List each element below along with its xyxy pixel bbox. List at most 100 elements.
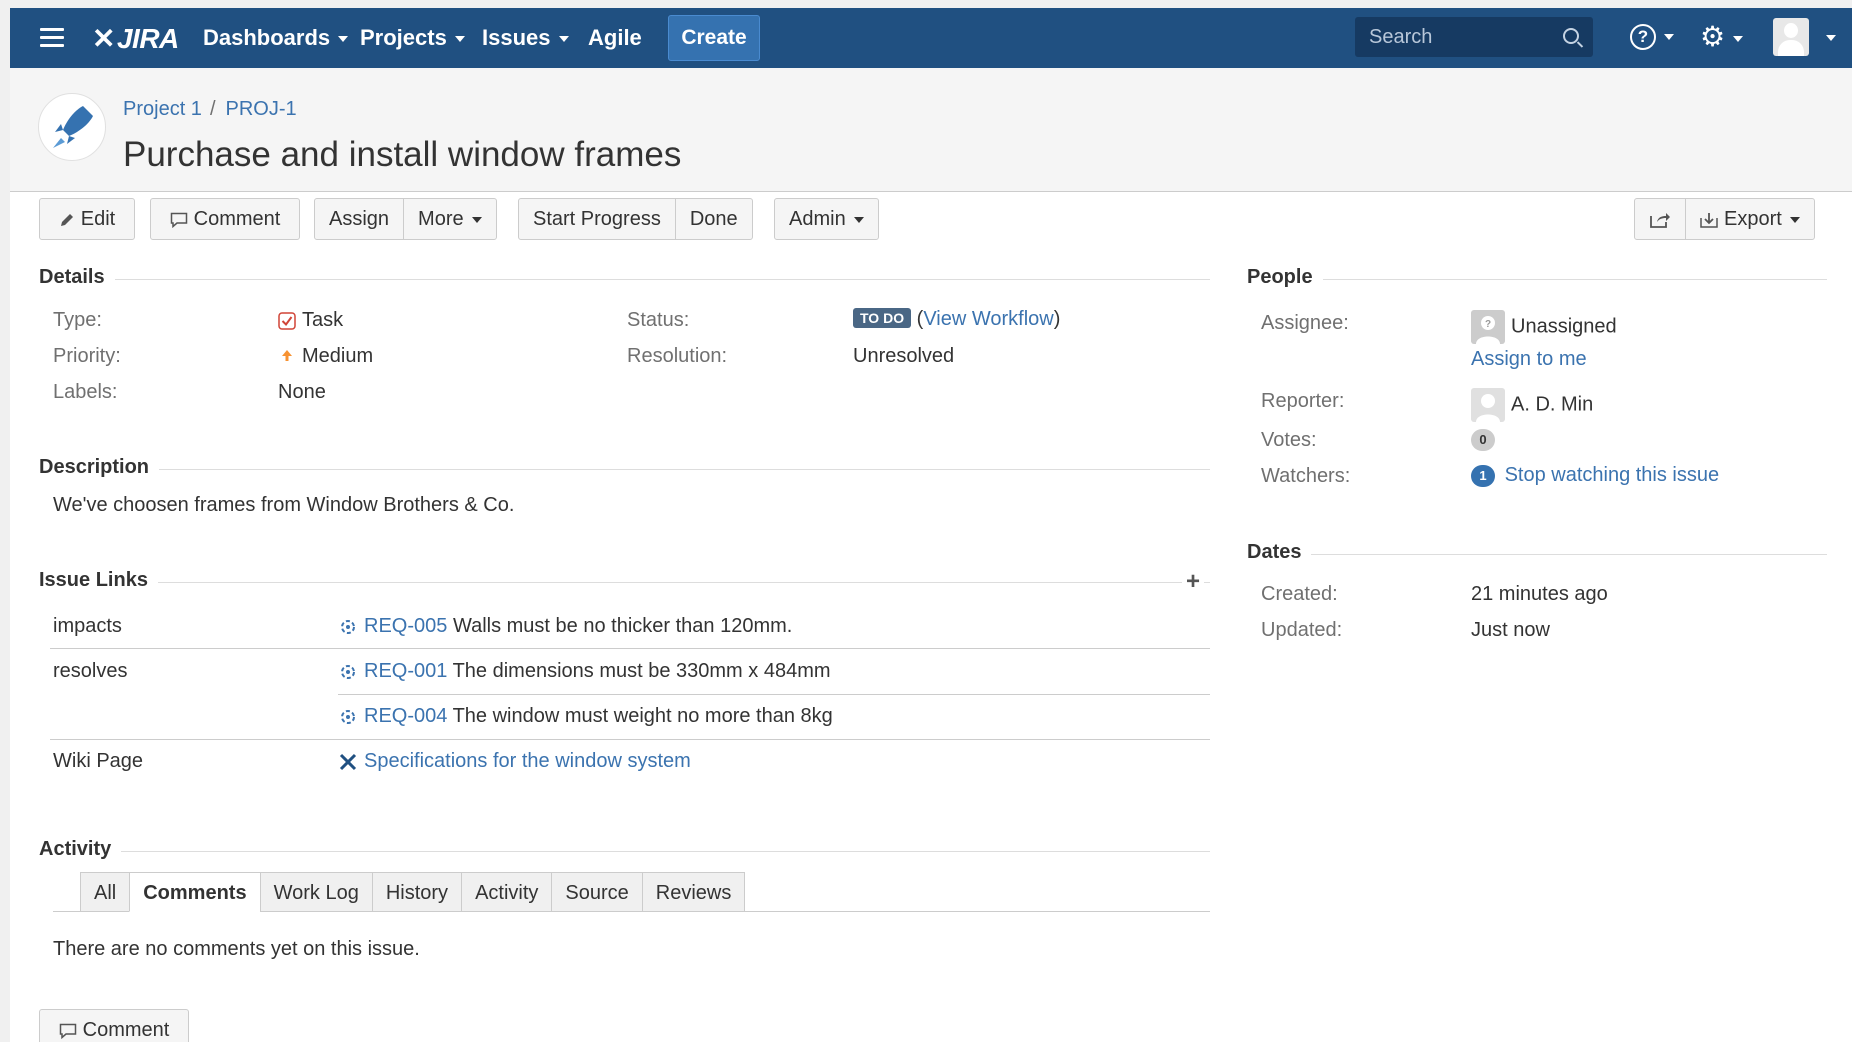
requirement-icon	[341, 664, 355, 679]
settings-menu[interactable]: ⚙	[1700, 20, 1744, 53]
user-avatar[interactable]	[1773, 18, 1809, 56]
edit-button[interactable]: Edit	[39, 198, 135, 240]
breadcrumb-project[interactable]: Project 1	[123, 98, 202, 120]
reporter-label: Reporter:	[1261, 390, 1345, 412]
chevron-down-icon	[1789, 216, 1800, 223]
more-button[interactable]: More	[404, 199, 496, 239]
activity-heading: Activity	[39, 838, 122, 861]
chevron-down-icon	[853, 216, 864, 223]
done-button[interactable]: Done	[676, 199, 752, 239]
description-text: We've choosen frames from Window Brother…	[53, 494, 515, 516]
unassigned-avatar-icon: ?	[1471, 310, 1505, 344]
tab-work-log[interactable]: Work Log	[259, 872, 372, 912]
breadcrumb-issue-key[interactable]: PROJ-1	[226, 98, 297, 120]
gear-icon: ⚙	[1700, 21, 1726, 52]
link-type-impacts: impacts	[53, 615, 122, 637]
updated-value: Just now	[1471, 619, 1550, 641]
resolution-value: Unresolved	[853, 345, 955, 367]
nav-projects[interactable]: Projects	[360, 8, 465, 68]
comment-icon	[170, 212, 187, 228]
activity-tabs: All Comments Work Log History Activity S…	[80, 872, 746, 912]
issue-header: Project 1 / PROJ-1 Purchase and install wi…	[10, 68, 1852, 192]
resolution-label: Resolution:	[627, 345, 728, 367]
chevron-down-icon	[454, 36, 465, 43]
top-nav: ✕JIRA Dashboards Projects Issues Agile C…	[10, 8, 1852, 68]
chevron-down-icon	[1664, 33, 1674, 40]
watchers-label: Watchers:	[1261, 465, 1351, 487]
share-icon	[1650, 212, 1670, 228]
download-icon	[1700, 212, 1718, 228]
assign-to-me-link[interactable]: Assign to me	[1471, 348, 1587, 371]
people-heading: People	[1247, 266, 1323, 289]
share-button[interactable]	[1635, 199, 1686, 239]
comment-button[interactable]: Comment	[150, 198, 300, 240]
search-box	[1355, 17, 1593, 57]
workflow-group: Start Progress Done	[518, 198, 753, 240]
watchers-badge[interactable]: 1	[1471, 464, 1495, 487]
tab-comments[interactable]: Comments	[129, 872, 260, 912]
list-item: REQ-004 The window must weight no more t…	[338, 705, 833, 728]
menu-icon[interactable]	[40, 28, 64, 48]
view-workflow-link[interactable]: View Workflow	[923, 308, 1053, 330]
req-001-link[interactable]: REQ-001	[364, 660, 447, 682]
tab-all[interactable]: All	[80, 872, 130, 912]
chevron-down-icon[interactable]	[1826, 35, 1836, 41]
assignee-label: Assignee:	[1261, 312, 1349, 334]
svg-text:?: ?	[1485, 319, 1491, 330]
reporter-value: A. D. Min	[1471, 388, 1593, 422]
nav-dashboards[interactable]: Dashboards	[203, 8, 349, 68]
jira-logo[interactable]: ✕JIRA	[92, 22, 179, 54]
tab-activity[interactable]: Activity	[461, 872, 552, 912]
priority-value: Medium	[278, 345, 373, 368]
admin-group: Admin	[774, 198, 879, 240]
tab-source[interactable]: Source	[551, 872, 642, 912]
arrow-up-icon	[282, 349, 292, 361]
assign-button[interactable]: Assign	[315, 199, 405, 239]
votes-badge: 0	[1471, 428, 1495, 451]
list-item: Specifications for the window system	[338, 750, 691, 773]
issue-links-heading: Issue Links	[39, 569, 158, 592]
details-heading: Details	[39, 266, 115, 289]
tab-reviews[interactable]: Reviews	[641, 872, 746, 912]
rocket-icon	[53, 106, 93, 148]
tab-history[interactable]: History	[371, 872, 462, 912]
add-comment-button[interactable]: Comment	[39, 1009, 189, 1042]
export-button[interactable]: Export	[1686, 199, 1814, 239]
requirement-icon	[341, 619, 355, 634]
search-input[interactable]	[1355, 17, 1569, 57]
chevron-down-icon	[1733, 35, 1744, 42]
req-005-link[interactable]: REQ-005	[364, 615, 447, 637]
share-export-group: Export	[1634, 198, 1815, 240]
avatar	[1471, 388, 1505, 422]
requirement-icon	[341, 709, 355, 724]
list-item: REQ-001 The dimensions must be 330mm x 4…	[338, 660, 831, 683]
votes-value[interactable]: 0	[1471, 428, 1495, 451]
start-progress-button[interactable]: Start Progress	[519, 199, 676, 239]
wiki-page-link[interactable]: Specifications for the window system	[364, 750, 691, 772]
page-title: Purchase and install window frames	[123, 135, 682, 174]
project-avatar[interactable]	[38, 93, 106, 161]
assignee-value: ? Unassigned	[1471, 310, 1617, 344]
stop-watching-link[interactable]: Stop watching this issue	[1505, 464, 1720, 486]
nav-issues[interactable]: Issues	[482, 8, 569, 68]
created-value: 21 minutes ago	[1471, 583, 1608, 605]
search-icon[interactable]	[1563, 28, 1579, 44]
nav-agile[interactable]: Agile	[588, 8, 642, 68]
help-menu[interactable]: ?	[1630, 24, 1674, 50]
dates-heading: Dates	[1247, 541, 1312, 564]
labels-value: None	[278, 381, 326, 403]
status-label: Status:	[627, 309, 690, 331]
description-heading: Description	[39, 456, 160, 479]
updated-label: Updated:	[1261, 619, 1343, 641]
create-button[interactable]: Create	[668, 15, 760, 61]
list-item: REQ-005 Walls must be no thicker than 12…	[338, 615, 792, 638]
status-lozenge: TO DO	[853, 308, 912, 328]
admin-button[interactable]: Admin	[775, 199, 878, 239]
breadcrumb: Project 1 / PROJ-1	[123, 98, 297, 121]
comment-icon	[59, 1023, 76, 1039]
link-type-resolves: resolves	[53, 660, 128, 682]
confluence-icon	[339, 753, 357, 770]
watchers-value: 1 Stop watching this issue	[1471, 464, 1719, 487]
add-link-icon[interactable]: +	[1182, 569, 1204, 595]
req-004-link[interactable]: REQ-004	[364, 705, 447, 727]
